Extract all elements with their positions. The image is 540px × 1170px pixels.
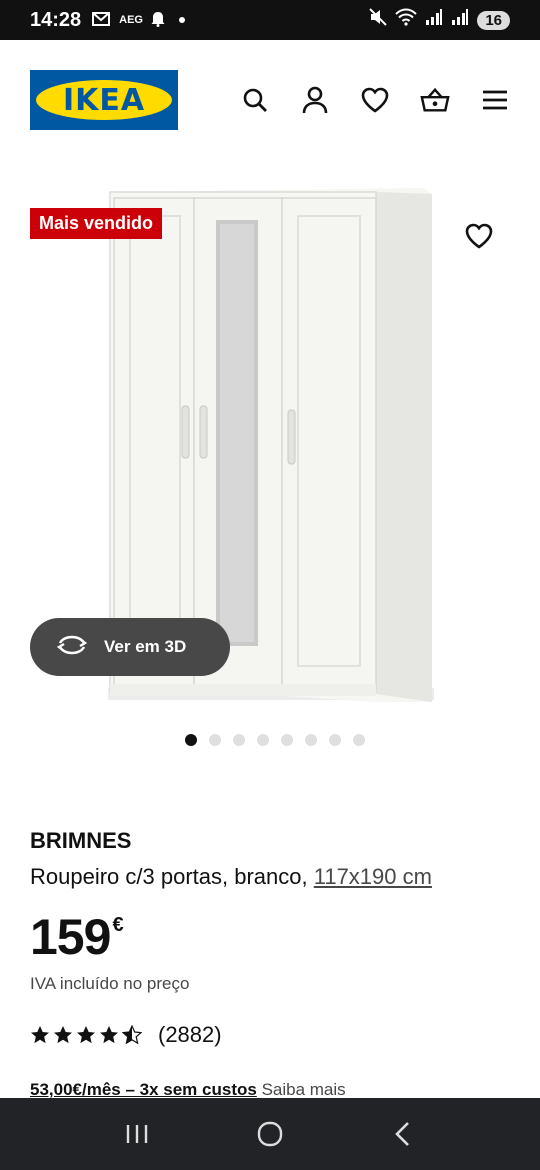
basket-icon[interactable]	[420, 85, 450, 115]
product-size-link[interactable]: 117x190 cm	[314, 864, 432, 889]
site-header: IKEA	[0, 40, 540, 160]
header-actions	[240, 85, 510, 115]
mail-icon	[91, 11, 111, 30]
product-description: Roupeiro c/3 portas, branco, 117x190 cm	[30, 864, 510, 890]
menu-icon[interactable]	[480, 85, 510, 115]
aeg-text: AEG	[119, 14, 143, 26]
installment-info: 53,00€/mês – 3x sem custos Saiba mais	[30, 1080, 346, 1100]
star-icon	[54, 1026, 72, 1044]
back-icon[interactable]	[388, 1119, 418, 1149]
wifi-icon	[395, 8, 418, 32]
product-price: 159 €	[30, 912, 124, 962]
status-bar: 14:28 AEG 16	[0, 0, 540, 40]
signal-icon-2	[451, 8, 469, 32]
product-gallery[interactable]: Mais vendido Ver em 3D	[0, 160, 540, 720]
vat-note: IVA incluído no preço	[30, 974, 190, 993]
logo-oval: IKEA	[36, 80, 172, 120]
bell-icon	[151, 11, 165, 30]
star-icon	[31, 1026, 49, 1044]
pagination-dot[interactable]	[353, 734, 365, 746]
star-icon	[77, 1026, 95, 1044]
pagination-dot-active[interactable]	[185, 734, 197, 746]
installment-text: 53,00€/mês – 3x sem custos	[30, 1080, 257, 1099]
view-3d-button[interactable]: Ver em 3D	[30, 618, 230, 676]
status-time: 14:28	[30, 8, 82, 31]
system-nav-bar	[0, 1098, 540, 1170]
pagination-dot[interactable]	[233, 734, 245, 746]
product-rating[interactable]: (2882)	[30, 1022, 222, 1048]
pagination-dot[interactable]	[305, 734, 317, 746]
pagination-dot[interactable]	[329, 734, 341, 746]
bestseller-badge: Mais vendido	[30, 208, 163, 239]
rating-stars	[30, 1025, 142, 1045]
status-right: 16	[369, 8, 510, 32]
review-count: (2882)	[158, 1022, 222, 1047]
pagination-dot[interactable]	[257, 734, 269, 746]
recent-apps-icon[interactable]	[122, 1119, 152, 1149]
pagination-dot[interactable]	[281, 734, 293, 746]
search-icon[interactable]	[240, 85, 270, 115]
half-star-icon	[122, 1025, 142, 1045]
pagination-dot[interactable]	[209, 734, 221, 746]
notification-icons: AEG	[91, 11, 185, 30]
heart-icon[interactable]	[360, 85, 390, 115]
view-3d-label: Ver em 3D	[104, 637, 187, 656]
ikea-logo[interactable]: IKEA	[30, 70, 178, 130]
price-currency: €	[112, 914, 124, 936]
mute-icon	[369, 8, 388, 32]
favorite-heart-icon[interactable]	[464, 222, 496, 254]
product-name: BRIMNES	[30, 828, 132, 853]
logo-text: IKEA	[62, 82, 146, 118]
product-description-text: Roupeiro c/3 portas, branco,	[30, 864, 308, 889]
user-icon[interactable]	[300, 85, 330, 115]
rotate-3d-icon	[56, 635, 88, 660]
gallery-pagination	[0, 734, 540, 746]
price-value: 159	[30, 909, 111, 965]
dot-icon	[179, 17, 185, 23]
battery-level: 16	[477, 10, 510, 30]
star-icon	[100, 1026, 118, 1044]
home-icon[interactable]	[255, 1119, 285, 1149]
signal-icon-1	[425, 8, 443, 32]
product-info: BRIMNES Roupeiro c/3 portas, branco, 117…	[30, 828, 510, 1099]
installment-more-link[interactable]: Saiba mais	[262, 1080, 346, 1099]
